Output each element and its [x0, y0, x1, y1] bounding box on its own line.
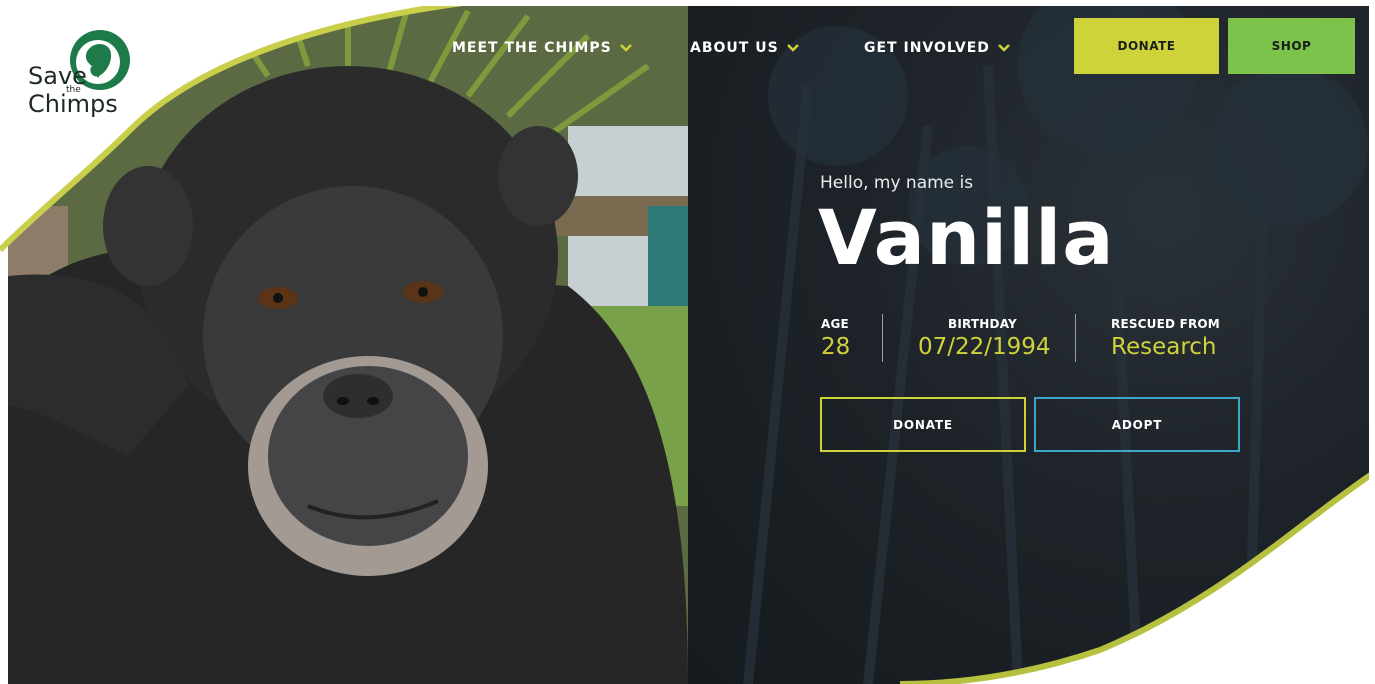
birthday-value: 07/22/1994	[918, 334, 1051, 360]
rescued-from-value: Research	[1111, 334, 1217, 360]
chimp-name: Vanilla	[818, 193, 1115, 282]
nav-label: MEET THE CHIMPS	[452, 40, 612, 56]
nav-about-us[interactable]: ABOUT US	[690, 38, 799, 58]
nav-get-involved[interactable]: GET INVOLVED	[864, 38, 1010, 58]
donate-button[interactable]: DONATE	[820, 397, 1026, 452]
adopt-button[interactable]: ADOPT	[1034, 397, 1240, 452]
stat-divider	[1075, 314, 1076, 362]
rescued-from-label: RESCUED FROM	[1111, 317, 1220, 331]
header-donate-button[interactable]: DONATE	[1074, 18, 1219, 74]
greeting-text: Hello, my name is	[820, 173, 974, 193]
nav-meet-the-chimps[interactable]: MEET THE CHIMPS	[452, 38, 632, 58]
nav-label: ABOUT US	[690, 40, 779, 56]
stat-divider	[882, 314, 883, 362]
age-value: 28	[821, 334, 851, 360]
nav-label: GET INVOLVED	[864, 40, 990, 56]
logo-text-chimps: Chimps	[28, 90, 118, 118]
birthday-label: BIRTHDAY	[948, 317, 1017, 331]
chevron-down-icon	[998, 44, 1010, 52]
age-label: AGE	[821, 317, 849, 331]
site-logo[interactable]: Save the Chimps	[24, 24, 136, 124]
page: Save the Chimps MEET THE CHIMPS ABOUT US…	[0, 0, 1375, 684]
chevron-down-icon	[619, 44, 632, 52]
chevron-down-icon	[786, 44, 799, 52]
header-shop-button[interactable]: SHOP	[1228, 18, 1355, 74]
